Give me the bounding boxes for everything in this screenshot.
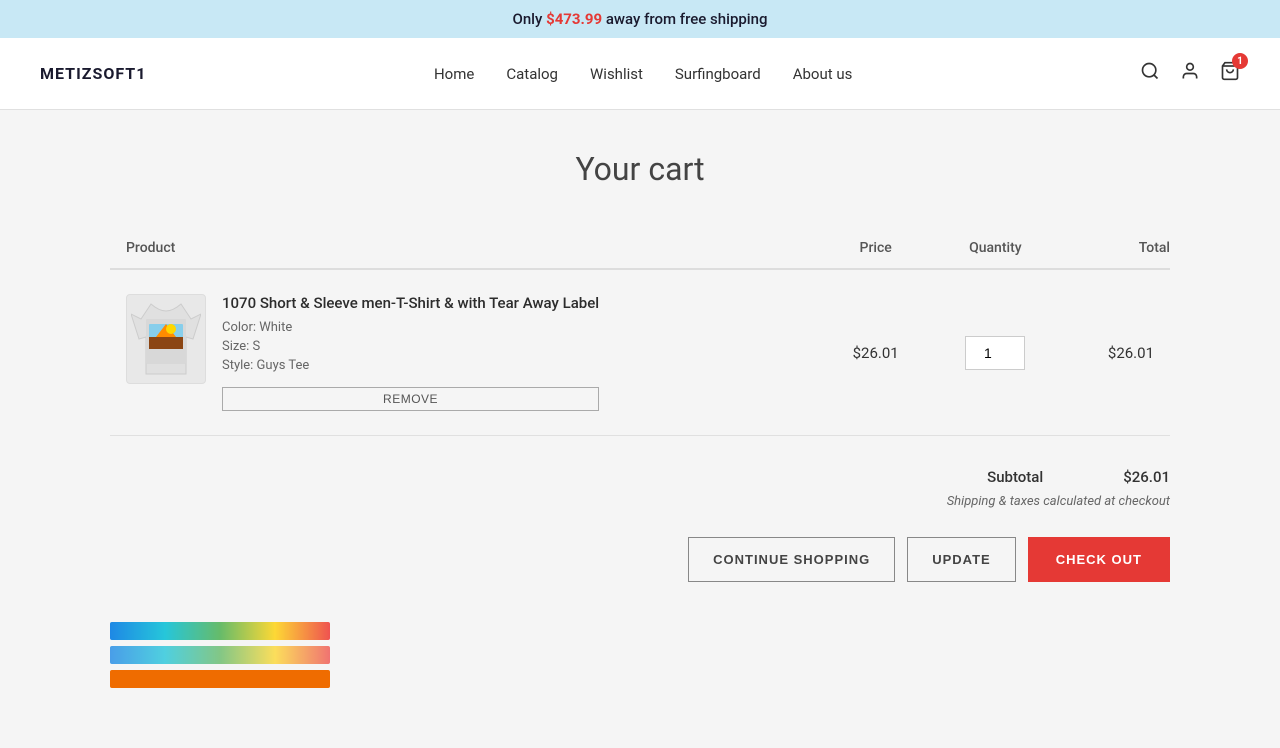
site-logo: METIZSOFT1 [40, 64, 146, 83]
cart-actions: CONTINUE SHOPPING UPDATE CHECK OUT [688, 537, 1170, 582]
subtotal-row: Subtotal $26.01 [987, 468, 1170, 486]
cart-table: Product Price Quantity Total [110, 228, 1170, 436]
main-nav: Home Catalog Wishlist Surfingboard About… [434, 65, 852, 83]
deco-bar-1 [110, 622, 330, 640]
product-size: Size: S [222, 339, 599, 354]
search-icon[interactable] [1140, 61, 1160, 86]
subtotal-value: $26.01 [1123, 468, 1170, 486]
product-image [126, 294, 206, 384]
continue-shopping-button[interactable]: CONTINUE SHOPPING [688, 537, 895, 582]
col-product: Product [110, 228, 821, 269]
item-quantity-cell [931, 269, 1060, 436]
col-quantity: Quantity [931, 228, 1060, 269]
main-content: Your cart Product Price Quantity Total [90, 110, 1190, 748]
cart-summary: Subtotal $26.01 Shipping & taxes calcula… [110, 468, 1170, 582]
cart-badge: 1 [1232, 53, 1248, 69]
nav-home[interactable]: Home [434, 65, 474, 83]
col-price: Price [821, 228, 931, 269]
cart-icon[interactable]: 1 [1220, 61, 1240, 86]
banner-suffix: away from free shipping [602, 10, 767, 28]
site-header: METIZSOFT1 Home Catalog Wishlist Surfing… [0, 38, 1280, 110]
decorative-bars [110, 622, 330, 688]
table-row: 1070 Short & Sleeve men-T-Shirt & with T… [110, 269, 1170, 436]
product-name: 1070 Short & Sleeve men-T-Shirt & with T… [222, 294, 599, 312]
deco-bar-orange [110, 670, 330, 688]
shipping-note: Shipping & taxes calculated at checkout [947, 494, 1170, 509]
product-color: Color: White [222, 320, 599, 335]
product-style: Style: Guys Tee [222, 358, 599, 373]
page-title: Your cart [110, 150, 1170, 188]
free-shipping-banner: Only $473.99 away from free shipping [0, 0, 1280, 38]
nav-catalog[interactable]: Catalog [506, 65, 558, 83]
subtotal-label: Subtotal [987, 468, 1043, 486]
banner-amount: $473.99 [546, 10, 602, 28]
item-total: $26.01 [1060, 269, 1170, 436]
product-cell: 1070 Short & Sleeve men-T-Shirt & with T… [126, 294, 805, 411]
product-info: 1070 Short & Sleeve men-T-Shirt & with T… [222, 294, 599, 411]
checkout-button[interactable]: CHECK OUT [1028, 537, 1170, 582]
deco-bar-2 [110, 646, 330, 664]
col-total: Total [1060, 228, 1170, 269]
account-icon[interactable] [1180, 61, 1200, 86]
nav-wishlist[interactable]: Wishlist [590, 65, 643, 83]
nav-about[interactable]: About us [793, 65, 853, 83]
update-button[interactable]: UPDATE [907, 537, 1015, 582]
header-icons: 1 [1140, 61, 1240, 86]
remove-button[interactable]: REMOVE [222, 387, 599, 411]
banner-prefix: Only [513, 10, 547, 28]
quantity-input[interactable] [965, 336, 1025, 370]
nav-surfingboard[interactable]: Surfingboard [675, 65, 761, 83]
item-price: $26.01 [821, 269, 931, 436]
